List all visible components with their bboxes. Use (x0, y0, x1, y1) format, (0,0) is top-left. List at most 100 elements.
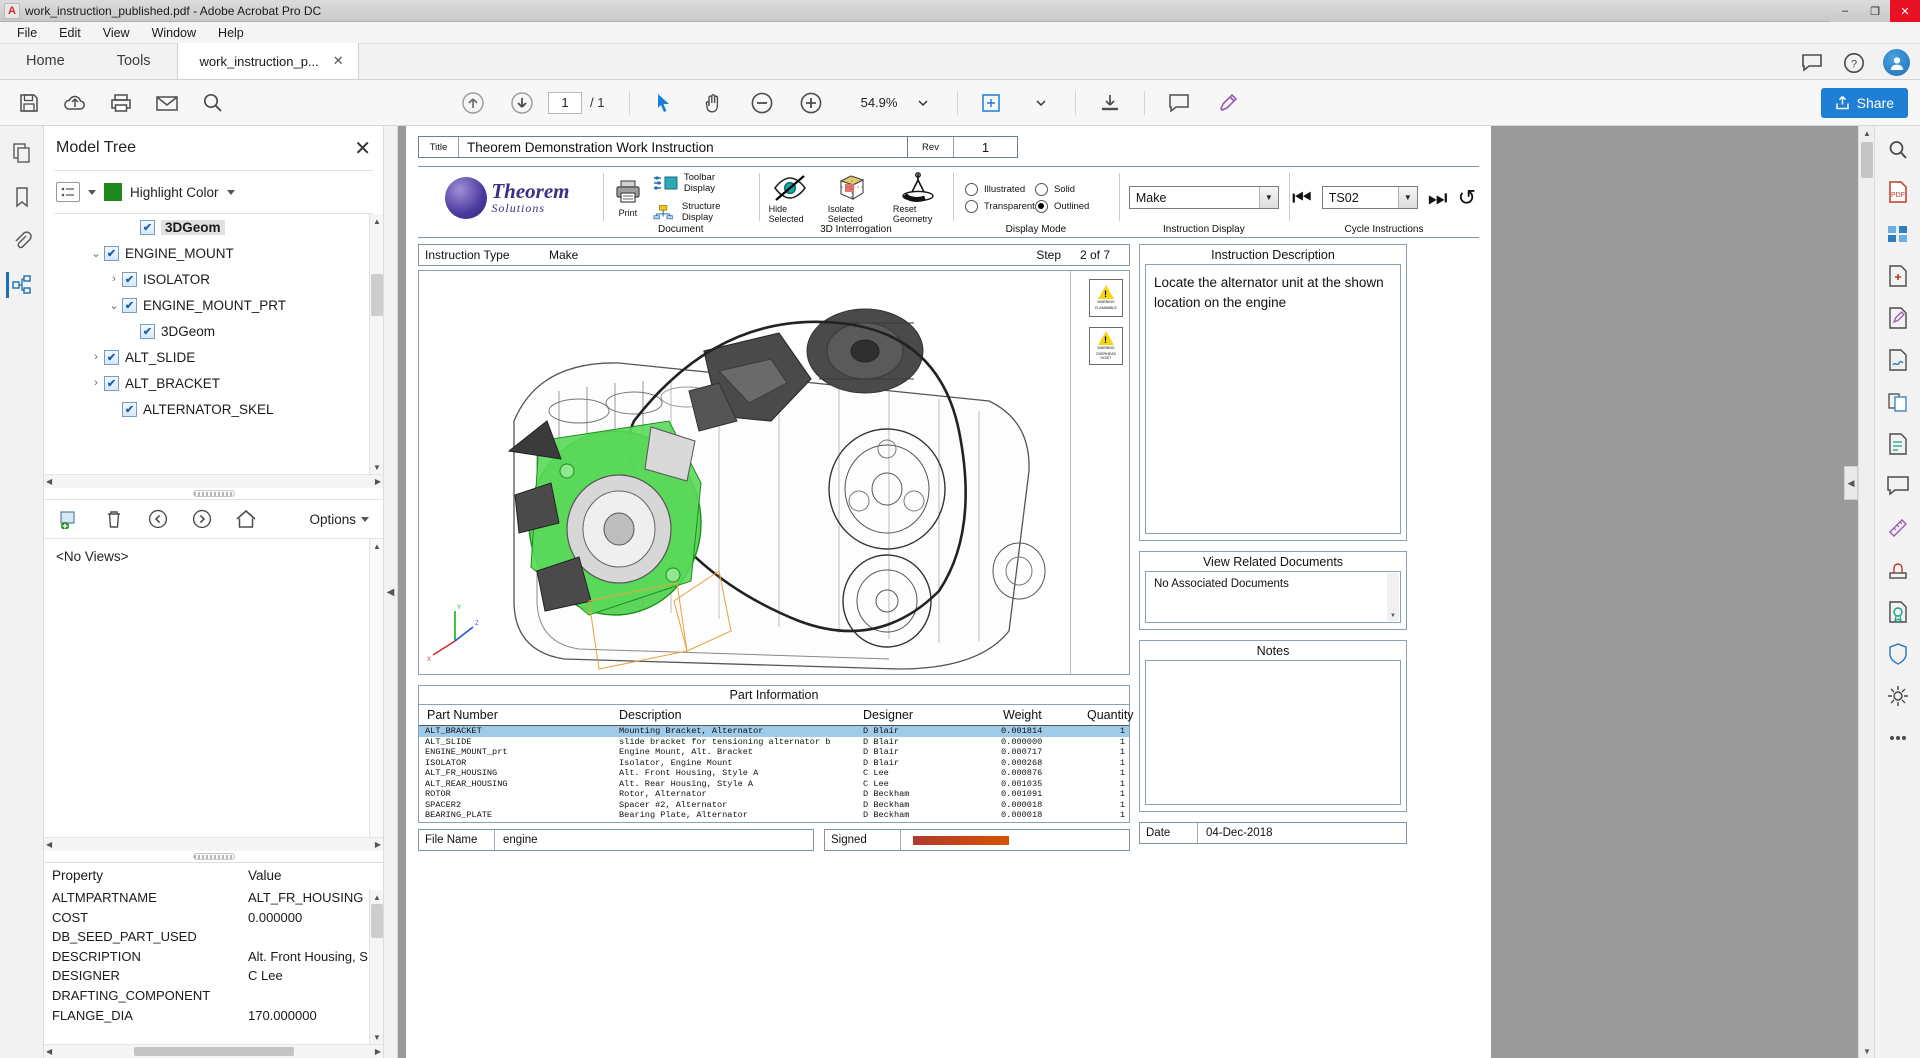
comment-icon[interactable] (1156, 82, 1202, 124)
views-list[interactable]: <No Views> ▲ ▼ ◀ ▶ (44, 539, 383, 851)
menu-edit[interactable]: Edit (48, 24, 92, 42)
next-view-icon[interactable] (190, 507, 214, 531)
scroll-up-icon[interactable]: ▲ (1859, 126, 1875, 140)
comment-icon[interactable] (1884, 472, 1912, 500)
first-instruction-button[interactable]: ⏮ (1292, 185, 1312, 211)
scroll-up-icon[interactable]: ▲ (370, 539, 384, 553)
scroll-left-icon[interactable]: ◀ (46, 477, 52, 486)
views-options-button[interactable]: Options (309, 512, 369, 527)
menu-file[interactable]: File (6, 24, 48, 42)
property-row[interactable]: ALTMPARTNAMEALT_FR_HOUSING (44, 890, 369, 910)
tree-horizontal-scrollbar[interactable]: ◀ ▶ (44, 474, 383, 488)
tree-node-checkbox[interactable]: ✔ (122, 272, 137, 287)
scroll-right-icon[interactable]: ▶ (375, 1047, 381, 1056)
chevron-down-icon[interactable] (1018, 82, 1064, 124)
certificates-icon[interactable] (1884, 598, 1912, 626)
tree-node[interactable]: ✔3DGeom (44, 214, 369, 240)
part-information-row[interactable]: ALT_SLIDEslide bracket for tensioning al… (419, 737, 1129, 748)
structure-display-button[interactable]: Structure Display (653, 201, 749, 223)
export-pdf-icon[interactable]: PDF (1884, 178, 1912, 206)
delete-view-icon[interactable] (102, 507, 126, 531)
scroll-left-icon[interactable]: ◀ (46, 1047, 52, 1056)
document-vertical-scrollbar[interactable]: ▲ ▼ (1858, 126, 1874, 1058)
scroll-left-icon[interactable]: ◀ (46, 840, 52, 849)
tree-node[interactable]: ›✔ALT_SLIDE (44, 344, 369, 370)
page-number-input[interactable]: 1 (548, 92, 582, 114)
property-horizontal-scrollbar[interactable]: ◀ ▶ (44, 1044, 383, 1058)
maximize-button[interactable]: ❐ (1860, 0, 1890, 22)
scrollbar-thumb[interactable] (134, 1047, 294, 1056)
views-vertical-scrollbar[interactable]: ▲ ▼ (369, 539, 383, 851)
property-vertical-scrollbar[interactable]: ▲ ▼ (369, 890, 383, 1044)
tab-tools[interactable]: Tools (91, 43, 177, 79)
measure-icon[interactable] (1884, 514, 1912, 542)
select-cursor-icon[interactable] (641, 82, 687, 124)
3d-model-view[interactable]: Y X Z WARNING FLAMMABLE (418, 270, 1130, 675)
views-horizontal-scrollbar[interactable]: ◀ ▶ (44, 837, 383, 851)
scroll-right-icon[interactable]: ▶ (375, 477, 381, 486)
tree-node-checkbox[interactable]: ✔ (122, 298, 137, 313)
more-tools-icon[interactable] (1884, 724, 1912, 752)
protect-icon[interactable] (1884, 640, 1912, 668)
reset-instruction-button[interactable]: ↺ (1458, 185, 1476, 211)
stamp-icon[interactable] (1884, 556, 1912, 584)
chevron-down-icon[interactable] (227, 190, 235, 195)
print-button[interactable]: Print (613, 178, 643, 218)
tree-node[interactable]: ›✔ALT_BRACKET (44, 370, 369, 396)
add-view-icon[interactable] (58, 507, 82, 531)
part-information-rows[interactable]: ALT_BRACKETMounting Bracket, AlternatorD… (419, 726, 1129, 822)
print-icon[interactable] (98, 82, 144, 124)
property-table-body[interactable]: ALTMPARTNAMEALT_FR_HOUSINGCOST0.000000DB… (44, 890, 383, 1044)
property-row[interactable]: DESCRIPTIONAlt. Front Housing, S (44, 949, 369, 969)
scroll-down-icon[interactable]: ▼ (370, 1030, 383, 1044)
send-for-signature-icon[interactable] (1884, 346, 1912, 374)
rotate-down-icon[interactable] (499, 82, 545, 124)
scroll-up-icon[interactable]: ▲ (370, 890, 383, 904)
scroll-up-icon[interactable]: ▲ (370, 214, 383, 228)
scrollbar-thumb[interactable] (1861, 142, 1873, 178)
previous-view-icon[interactable] (146, 507, 170, 531)
part-information-row[interactable]: ROTORRotor, AlternatorD Beckham0.0010911 (419, 789, 1129, 800)
instruction-display-select[interactable]: Make ▼ (1129, 186, 1279, 209)
scroll-down-icon[interactable]: ▼ (370, 460, 383, 474)
chevron-right-icon[interactable]: › (88, 377, 104, 389)
zoom-level-label[interactable]: 54.9% (837, 95, 897, 110)
part-information-row[interactable]: BEARING_PLATEBearing Plate, AlternatorD … (419, 810, 1129, 821)
avatar[interactable] (1883, 49, 1910, 76)
zoom-out-icon[interactable] (739, 82, 785, 124)
panel-collapse-button[interactable]: ◀ (384, 126, 398, 1058)
create-pdf-icon[interactable] (1884, 262, 1912, 290)
menu-view[interactable]: View (92, 24, 141, 42)
part-information-row[interactable]: ALT_FR_HOUSINGAlt. Front Housing, Style … (419, 768, 1129, 779)
menu-window[interactable]: Window (141, 24, 207, 42)
close-icon[interactable]: ✕ (354, 136, 371, 161)
tree-vertical-scrollbar[interactable]: ▲ ▼ (369, 214, 383, 474)
zoom-in-icon[interactable] (788, 82, 834, 124)
window-controls[interactable]: – ❐ ✕ (1830, 0, 1920, 22)
list-view-icon[interactable] (56, 182, 80, 202)
download-icon[interactable] (1087, 82, 1133, 124)
scroll-down-icon[interactable]: ▼ (1859, 1044, 1875, 1058)
property-row[interactable]: DRAFTING_COMPONENT (44, 988, 369, 1008)
scrollbar-thumb[interactable] (371, 274, 383, 316)
chevron-down-icon[interactable] (900, 82, 946, 124)
chat-icon[interactable] (1799, 50, 1825, 76)
scroll-right-icon[interactable]: ▶ (375, 840, 381, 849)
email-icon[interactable] (144, 82, 190, 124)
tree-node[interactable]: ⌄✔ENGINE_MOUNT_PRT (44, 292, 369, 318)
tree-node-checkbox[interactable]: ✔ (104, 376, 119, 391)
close-icon[interactable]: ✕ (333, 53, 344, 69)
part-information-row[interactable]: SPACER2Spacer #2, AlternatorD Beckham0.0… (419, 800, 1129, 811)
chevron-down-icon[interactable]: ▼ (1259, 187, 1278, 208)
cycle-step-select[interactable]: TS02 ▼ (1322, 186, 1418, 209)
search-icon[interactable] (190, 82, 236, 124)
search-icon[interactable] (1884, 136, 1912, 164)
scrollbar-thumb[interactable] (371, 904, 383, 938)
isolate-selected-button[interactable]: Isolate Selected (828, 172, 877, 224)
property-resize-grip[interactable] (193, 853, 235, 860)
bookmarks-icon[interactable] (9, 184, 35, 210)
property-row[interactable]: DB_SEED_PART_USED (44, 929, 369, 949)
property-row[interactable]: FLANGE_DIA170.000000 (44, 1008, 369, 1028)
next-instruction-button[interactable]: ⏭ (1428, 185, 1448, 211)
model-tree-list[interactable]: ✔3DGeom⌄✔ENGINE_MOUNT›✔ISOLATOR⌄✔ENGINE_… (44, 214, 383, 474)
